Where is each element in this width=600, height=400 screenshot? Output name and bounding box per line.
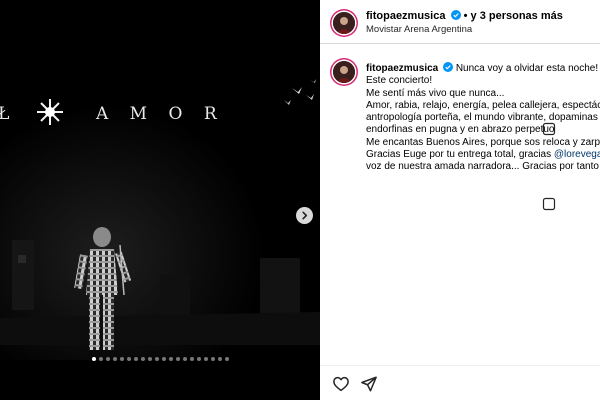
performer-figure [74,227,132,350]
caption-line-3: Me sentí más vivo que nunca... [366,87,505,99]
caption-line-9: voz de nuestra amada narradora... Gracia… [366,161,599,173]
carousel-dot [175,357,180,361]
post-caption: fitopaezmusica Nunca voy a olvidar esta … [366,62,600,174]
verified-badge-icon [443,62,454,72]
carousel-dot [203,357,208,361]
carousel-dot [196,357,201,361]
avatar-image [333,61,355,83]
mention-link[interactable]: @lorevega [554,149,600,160]
caption-line-8: Gracias Euge por tu entrega total, graci… [366,149,554,161]
caption-avatar[interactable] [333,61,355,83]
carousel-dot [133,357,138,361]
carousel-dot [182,357,187,361]
caption-username[interactable]: fitopaezmusica [366,63,438,74]
carousel-dot [168,357,173,361]
post-media[interactable]: Ł A M O R [0,0,320,400]
verified-badge-icon [450,10,461,20]
carousel-dot [91,357,96,361]
carousel-dot [147,357,152,361]
caption-line-1: Nunca voy a olvidar esta noche! [455,63,599,74]
collab-link[interactable]: y 3 personas más [471,10,563,22]
carousel-dot [161,357,166,361]
carousel-indicator [0,348,320,366]
tag-icon [542,197,556,211]
caption-line-5: antropología porteña, el mundo vibrante,… [366,112,598,124]
post-header: fitopaezmusica • y 3 personas más Movist… [320,0,600,44]
tag-icon [542,122,556,136]
paper-plane-icon[interactable] [360,375,378,393]
caption-line-6: endorfinas en pugna y en abrazo perpetuo [366,124,555,136]
caption-line-2: Este concierto! [366,75,433,87]
next-slide-button[interactable] [296,207,313,224]
carousel-dot [119,357,124,361]
carousel-dot [217,357,222,361]
post-side-panel: fitopaezmusica • y 3 personas más Movist… [320,0,600,400]
carousel-dot [210,357,215,361]
stage-sign-right: A M O R [96,104,218,124]
carousel-dot [154,357,159,361]
heart-icon[interactable] [332,375,350,393]
sun-star-icon [37,99,63,125]
carousel-dot [189,357,194,361]
action-bar [320,365,600,400]
header-username[interactable]: fitopaezmusica [366,10,445,22]
concert-photo [0,60,320,360]
location-link[interactable]: Movistar Arena Argentina [366,24,472,35]
chevron-right-icon [302,211,308,220]
avatar-image [333,12,355,34]
carousel-dot [140,357,145,361]
carousel-dot [105,357,110,361]
carousel-dot [126,357,131,361]
carousel-dot [224,357,229,361]
carousel-dot [98,357,103,361]
caption-line-7: Me encantas Buenos Aires, porque sos rel… [366,136,600,148]
caption-line-4: Amor, rabia, relajo, energía, pelea call… [366,99,600,111]
header-username-row: fitopaezmusica • y 3 personas más [366,10,563,22]
stage-sign-left: Ł [0,104,11,124]
avatar[interactable] [333,12,355,34]
carousel-dot [112,357,117,361]
